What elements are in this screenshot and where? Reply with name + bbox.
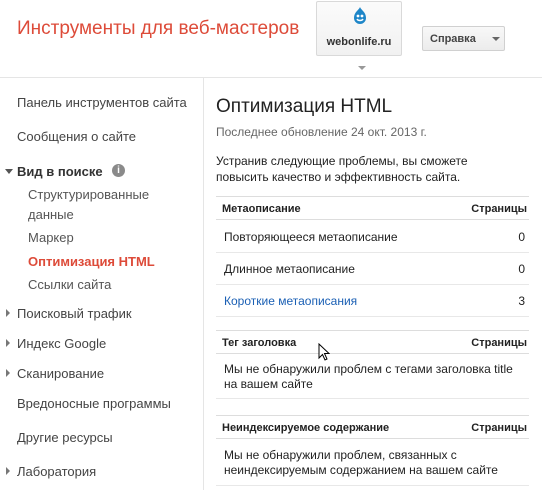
sidebar-item-messages[interactable]: Сообщения о сайте: [17, 129, 136, 144]
section-header-title-tag: Тег заголовка Страницы: [216, 330, 529, 354]
page-title: Оптимизация HTML: [216, 96, 393, 117]
pages-column-header: Страницы: [471, 422, 527, 434]
table-row: Короткие метаописания 3: [216, 285, 529, 317]
issue-count: 0: [518, 230, 525, 244]
section-title: Метаописание: [222, 203, 301, 215]
help-button[interactable]: Справка: [422, 26, 505, 51]
app-title[interactable]: Инструменты для веб-мастеров: [17, 18, 299, 40]
help-button-label: Справка: [430, 33, 476, 45]
sidebar-item-other-resources[interactable]: Другие ресурсы: [17, 430, 113, 445]
sidebar-item-structured-data-line1[interactable]: Структурированные: [28, 187, 149, 202]
sidebar: Панель инструментов сайта Сообщения о са…: [0, 78, 204, 490]
section-message: Мы не обнаружили проблем, связанных с не…: [224, 448, 498, 477]
site-name: webonlife.ru: [326, 36, 392, 48]
last-updated: Последнее обновление 24 окт. 2013 г.: [216, 125, 427, 139]
expand-arrow-icon[interactable]: [6, 467, 10, 475]
table-row: Повторяющееся метаописание 0: [216, 221, 529, 253]
sidebar-item-crawl[interactable]: Сканирование: [17, 366, 104, 381]
site-selector[interactable]: webonlife.ru: [316, 1, 402, 56]
sidebar-item-google-index[interactable]: Индекс Google: [17, 336, 106, 351]
expand-arrow-icon[interactable]: [6, 339, 10, 347]
sidebar-item-marker[interactable]: Маркер: [28, 230, 74, 245]
section-message: Мы не обнаружили проблем с тегами заголо…: [224, 362, 513, 391]
sidebar-item-malware[interactable]: Вредоносные программы: [17, 396, 171, 411]
caret-down-icon: [492, 37, 500, 41]
sidebar-item-dashboard[interactable]: Панель инструментов сайта: [17, 95, 187, 110]
section-header-meta: Метаописание Страницы: [216, 196, 529, 220]
drupal-icon: [354, 7, 366, 24]
section-title: Неиндексируемое содержание: [222, 422, 390, 434]
sidebar-item-sitelinks[interactable]: Ссылки сайта: [28, 277, 111, 292]
section-title: Тег заголовка: [222, 337, 297, 349]
sidebar-item-structured-data-line2[interactable]: данные: [28, 207, 74, 222]
expand-arrow-icon[interactable]: [6, 309, 10, 317]
section-message-row: Мы не обнаружили проблем с тегами заголо…: [216, 354, 529, 399]
site-dropdown-arrow-icon[interactable]: [358, 66, 366, 70]
pages-column-header: Страницы: [471, 203, 527, 215]
expand-arrow-icon[interactable]: [6, 369, 10, 377]
mouse-cursor-icon: [318, 343, 330, 361]
sidebar-item-html-improvements[interactable]: Оптимизация HTML: [28, 254, 155, 269]
section-header-non-indexable: Неиндексируемое содержание Страницы: [216, 415, 529, 439]
info-icon[interactable]: i: [112, 164, 125, 177]
section-message-row: Мы не обнаружили проблем, связанных с не…: [216, 439, 529, 486]
sidebar-item-labs[interactable]: Лаборатория: [17, 464, 96, 479]
issue-count: 0: [518, 262, 525, 276]
intro-text: Устранив следующие проблемы, вы сможете …: [216, 154, 468, 184]
collapse-arrow-icon[interactable]: [5, 169, 13, 174]
issue-link[interactable]: Короткие метаописания: [224, 294, 357, 308]
issue-label: Повторяющееся метаописание: [224, 230, 398, 244]
issue-label: Длинное метаописание: [224, 262, 355, 276]
sidebar-item-search-traffic[interactable]: Поисковый трафик: [17, 306, 132, 321]
issue-count: 3: [518, 294, 525, 308]
sidebar-item-search-appearance[interactable]: Вид в поиске: [17, 164, 103, 179]
table-row: Длинное метаописание 0: [216, 253, 529, 285]
top-header: Инструменты для веб-мастеров webonlife.r…: [0, 0, 542, 78]
pages-column-header: Страницы: [471, 337, 527, 349]
